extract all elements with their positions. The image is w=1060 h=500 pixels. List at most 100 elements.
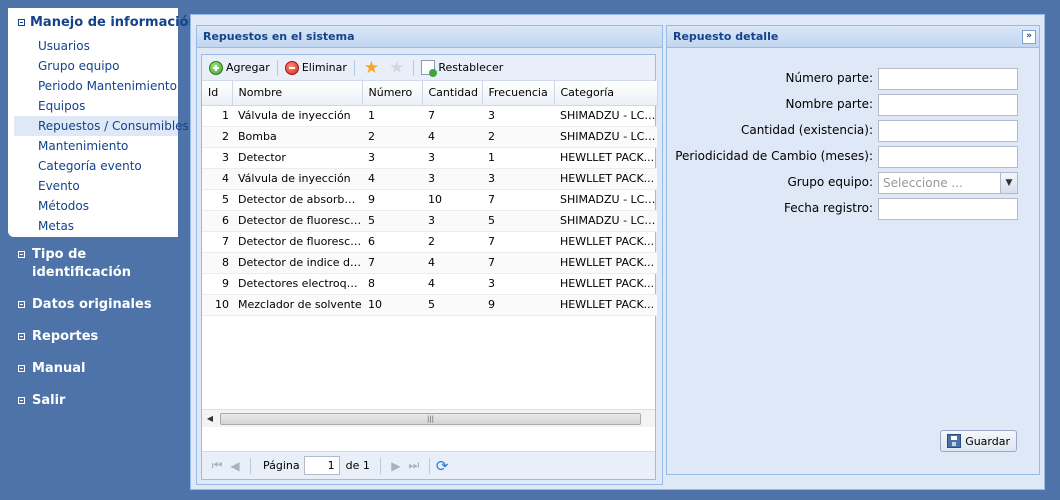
- reset-button[interactable]: Restablecer: [418, 58, 506, 78]
- last-page-icon[interactable]: ⏭: [405, 458, 423, 473]
- detail-panel: Repuesto detalle » Número parte: Nombre …: [666, 25, 1040, 475]
- expand-icon: [18, 397, 25, 404]
- table-cell: 1: [202, 105, 232, 127]
- table-cell: HEWLLET PACK...: [554, 147, 657, 169]
- delete-icon: [284, 60, 299, 75]
- table-cell: 2: [202, 126, 232, 148]
- table-cell: 2: [482, 126, 554, 148]
- menu-section-tipo[interactable]: Tipo de identificación: [18, 246, 152, 282]
- numero-parte-field[interactable]: [878, 68, 1018, 90]
- numero-parte-label: Número parte:: [785, 71, 873, 85]
- unfavorite-button[interactable]: ★: [384, 58, 409, 78]
- table-cell: 6: [202, 210, 232, 232]
- column-header[interactable]: Número: [362, 81, 423, 106]
- table-cell: 3: [422, 168, 482, 190]
- grid-panel-title: Repuestos en el sistema: [197, 26, 662, 48]
- table-body: 1 Válvula de inyección 1 7 3 SHIMADZU - LC2..…: [202, 105, 657, 316]
- table-cell: HEWLLET PACK...: [554, 231, 657, 253]
- sidebar-item[interactable]: Grupo equipo: [14, 56, 178, 76]
- grupo-equipo-label: Grupo equipo:: [787, 175, 873, 189]
- menu-section-header[interactable]: Manejo de información: [18, 15, 198, 30]
- menu-section-datos[interactable]: Datos originales: [18, 296, 152, 314]
- table-cell: 7: [422, 105, 482, 127]
- sidebar-item[interactable]: Equipos: [14, 96, 178, 116]
- table-row[interactable]: 10 Mezclador de solvente 10 5 9 HEWLLET PACK.…: [202, 294, 657, 316]
- save-button[interactable]: Guardar: [940, 430, 1017, 452]
- cantidad-label: Cantidad (existencia):: [740, 123, 873, 137]
- periodicidad-field[interactable]: [878, 146, 1018, 168]
- menu-section-label: Salir: [32, 393, 66, 408]
- table-cell: 5: [202, 189, 232, 211]
- table-row[interactable]: 6 Detector de fluoresce... 5 3 5 SHIMADZU - L…: [202, 210, 657, 232]
- table-cell: 5: [362, 210, 422, 232]
- column-header[interactable]: Categoría: [554, 81, 658, 106]
- table-row[interactable]: 4 Válvula de inyección 4 3 3 HEWLLET PACK...: [202, 168, 657, 190]
- table-row[interactable]: 8 Detector de indice de ... 7 4 7 HEWLLET PAC…: [202, 252, 657, 274]
- expand-icon: [18, 365, 25, 372]
- refresh-icon[interactable]: ⟳: [436, 457, 449, 475]
- table-cell: 7: [482, 231, 554, 253]
- column-header[interactable]: Cantidad: [422, 81, 483, 106]
- column-header[interactable]: Frecuencia: [482, 81, 555, 106]
- table-cell: 5: [422, 294, 482, 316]
- sidebar-item[interactable]: Mantenimiento: [14, 136, 178, 156]
- detail-panel-header: Repuesto detalle »: [667, 26, 1039, 48]
- table-cell: Detector de absorbancia: [232, 189, 362, 211]
- sidebar-item[interactable]: Periodo Mantenimiento: [14, 76, 178, 96]
- grupo-equipo-select[interactable]: Seleccione ... ▼: [878, 172, 1018, 194]
- sidebar-item[interactable]: Categoría evento: [14, 156, 178, 176]
- sidebar-item[interactable]: Metas: [14, 216, 178, 236]
- add-button[interactable]: Agregar: [206, 58, 273, 78]
- horizontal-scrollbar[interactable]: ◀ |||: [202, 409, 655, 427]
- reset-button-label: Restablecer: [438, 61, 504, 74]
- cantidad-field[interactable]: [878, 120, 1018, 142]
- sidebar-item[interactable]: Métodos: [14, 196, 178, 216]
- form-row-periodicidad: Periodicidad de Cambio (meses):: [667, 146, 1041, 168]
- scroll-left-icon[interactable]: ◀: [202, 414, 218, 423]
- star-empty-icon: ★: [389, 57, 405, 78]
- menu-section-salir[interactable]: Salir: [18, 392, 152, 410]
- menu-items: Usuarios Grupo equipo Periodo Mantenimient…: [14, 36, 189, 236]
- table-row[interactable]: 5 Detector de absorbancia 9 10 7 SHIMADZU - L…: [202, 189, 657, 211]
- sidebar-item[interactable]: Repuestos / Consumibles: [14, 116, 189, 136]
- toolbar-separator: [276, 59, 278, 76]
- scroll-thumb[interactable]: |||: [220, 412, 641, 425]
- star-filled-icon: ★: [363, 57, 380, 78]
- next-page-icon[interactable]: ▶: [387, 459, 405, 473]
- delete-button-label: Eliminar: [301, 61, 347, 74]
- table-cell: Detectores electroquí...: [232, 273, 362, 295]
- fecha-registro-field[interactable]: [878, 198, 1018, 220]
- table-row[interactable]: 9 Detectores electroquí... 8 4 3 HEWLLET PACK…: [202, 273, 657, 295]
- table-cell: SHIMADZU - LC2...: [554, 126, 657, 148]
- table-cell: Detector de fluoresce...: [232, 210, 362, 232]
- first-page-icon[interactable]: ⏮: [208, 458, 226, 473]
- delete-button[interactable]: Eliminar: [282, 58, 350, 78]
- table-cell: 2: [422, 231, 482, 253]
- table-cell: Detector de indice de ...: [232, 252, 362, 274]
- table-cell: 7: [362, 252, 422, 274]
- prev-page-icon[interactable]: ◀: [226, 459, 244, 473]
- sidebar-item[interactable]: Evento: [14, 176, 178, 196]
- page-input[interactable]: [303, 456, 340, 475]
- table-cell: HEWLLET PACK...: [554, 168, 657, 190]
- nombre-parte-label: Nombre parte:: [785, 97, 873, 111]
- column-header[interactable]: Id: [202, 81, 233, 106]
- table-row[interactable]: 3 Detector 3 3 1 HEWLLET PACK...: [202, 147, 657, 169]
- collapse-panel-icon[interactable]: »: [1022, 30, 1036, 44]
- table-cell: 4: [422, 273, 482, 295]
- nombre-parte-field[interactable]: [878, 94, 1018, 116]
- menu-section-manual[interactable]: Manual: [18, 360, 152, 378]
- menu-section-reportes[interactable]: Reportes: [18, 328, 152, 346]
- column-header[interactable]: Nombre: [232, 81, 363, 106]
- form-row-grupo-equipo: Grupo equipo: Seleccione ... ▼: [667, 172, 1041, 194]
- form-row-nombre-parte: Nombre parte:: [667, 94, 1041, 116]
- table-cell: HEWLLET PACK...: [554, 273, 657, 295]
- favorite-button[interactable]: ★: [359, 58, 384, 78]
- sidebar-item[interactable]: Usuarios: [14, 36, 178, 56]
- add-button-label: Agregar: [226, 61, 270, 74]
- table-row[interactable]: 2 Bomba 2 4 2 SHIMADZU - LC2...: [202, 126, 657, 148]
- chevron-down-icon[interactable]: ▼: [1000, 173, 1017, 193]
- table-row[interactable]: 7 Detector de fluoresce... 6 2 7 HEWLLET PACK…: [202, 231, 657, 253]
- menu-section-label: Manual: [32, 361, 86, 376]
- table-row[interactable]: 1 Válvula de inyección 1 7 3 SHIMADZU - LC2..…: [202, 105, 657, 127]
